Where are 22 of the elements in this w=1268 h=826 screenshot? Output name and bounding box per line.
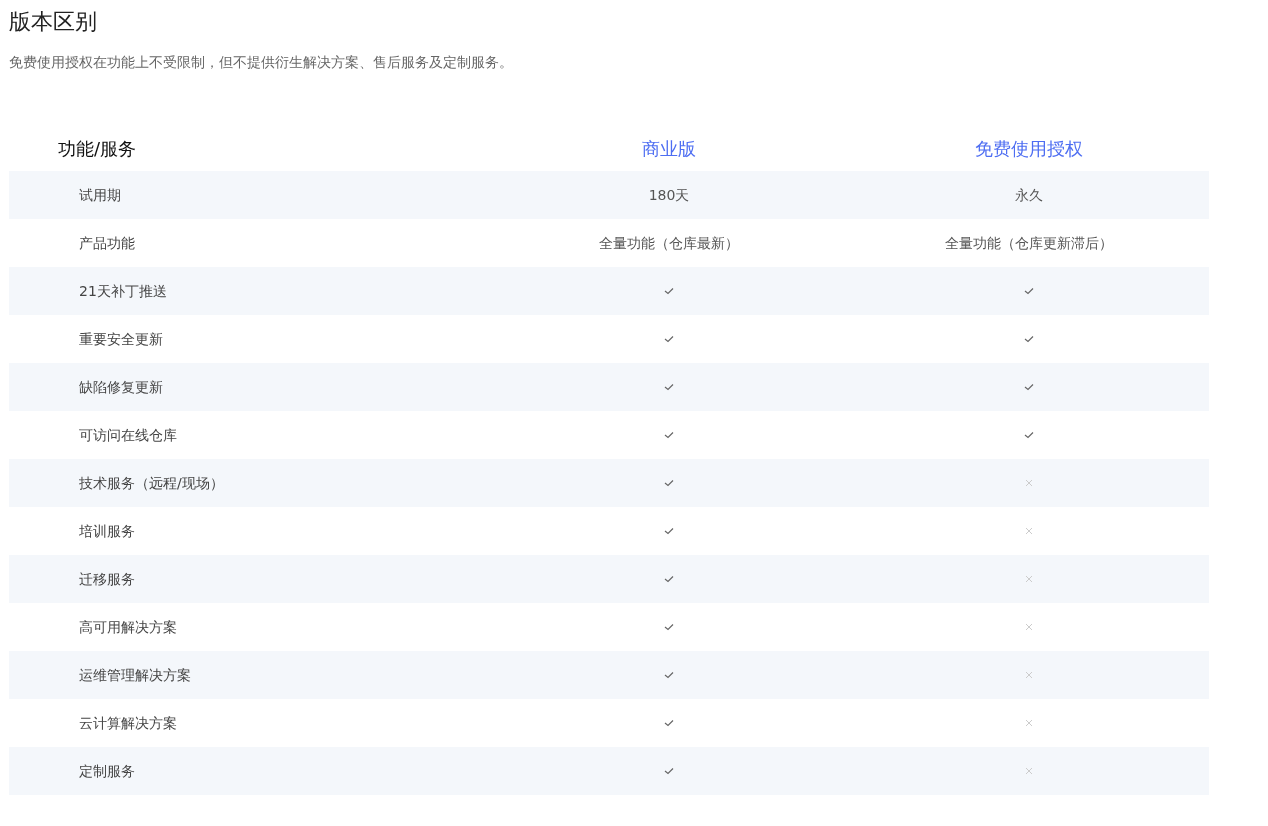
page-title: 版本区别 [8, 8, 98, 36]
feature-label: 产品功能 [79, 235, 135, 251]
table-cell-text: 全量功能（仓库更新滞后） [945, 233, 1113, 253]
feature-label: 重要安全更新 [79, 331, 163, 347]
feature-label: 缺陷修复更新 [79, 379, 163, 395]
feature-label: 试用期 [79, 187, 121, 203]
feature-label: 云计算解决方案 [79, 715, 177, 731]
feature-label: 高可用解决方案 [79, 619, 177, 635]
column-header: 功能/服务 [58, 137, 137, 159]
feature-label: 可访问在线仓库 [79, 427, 177, 443]
feature-label: 运维管理解决方案 [79, 667, 191, 683]
table-cell-text: 180天 [648, 185, 690, 205]
feature-label: 定制服务 [79, 763, 135, 779]
column-header: 商业版 [642, 136, 696, 161]
feature-label: 技术服务（远程/现场） [79, 475, 224, 491]
table-cell-text: 全量功能（仓库最新） [599, 233, 739, 253]
table-cell-text: 永久 [1015, 185, 1043, 205]
page-description: 免费使用授权在功能上不受限制，但不提供衍生解决方案、售后服务及定制服务。 [8, 53, 514, 72]
feature-label: 培训服务 [79, 523, 135, 539]
feature-label: 21天补丁推送 [79, 283, 167, 299]
column-header: 免费使用授权 [975, 136, 1083, 161]
feature-label: 迁移服务 [79, 571, 135, 587]
